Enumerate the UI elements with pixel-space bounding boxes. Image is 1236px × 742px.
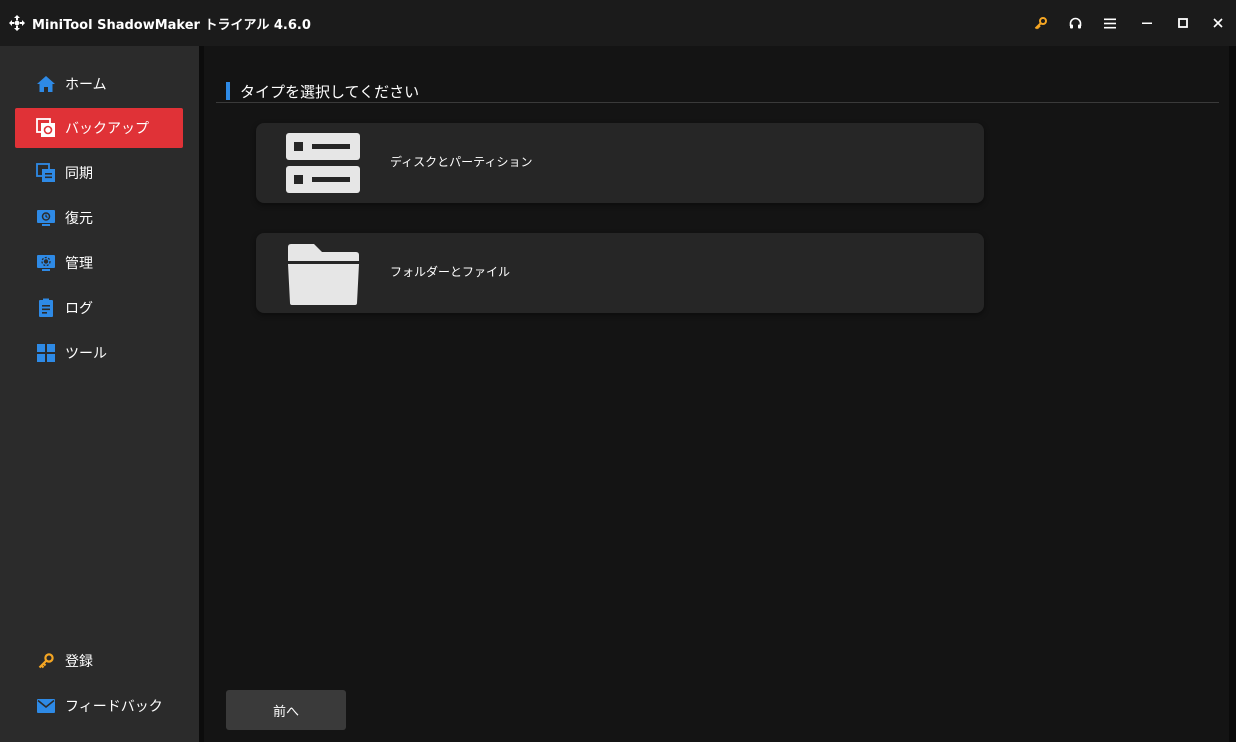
headset-icon — [1069, 17, 1081, 28]
right-edge-bar — [1229, 46, 1236, 742]
sidebar-item-label: ツール — [65, 346, 107, 362]
maximize-icon — [1178, 18, 1188, 28]
title-bar: MiniTool ShadowMaker トライアル 4.6.0 — [0, 0, 1236, 46]
sidebar-item-sync[interactable]: 同期 — [15, 153, 183, 193]
close-icon — [1213, 18, 1223, 28]
mail-icon — [36, 696, 56, 716]
license-key-button[interactable] — [1028, 12, 1052, 34]
sidebar-item-backup[interactable]: バックアップ — [15, 108, 183, 148]
key-icon — [36, 651, 56, 671]
key-icon — [1034, 16, 1047, 29]
option-folders-files[interactable]: フォルダーとファイル — [256, 233, 984, 313]
maximize-button[interactable] — [1171, 12, 1195, 34]
restore-icon — [36, 208, 56, 228]
sidebar-item-label: ホーム — [65, 77, 107, 93]
sidebar: ホーム バックアップ 同期 復元 管理 ログ ツール 登録 フィードバック — [0, 46, 199, 742]
sidebar-item-label: 登録 — [65, 654, 93, 670]
sidebar-item-label: フィードバック — [65, 699, 163, 715]
option-label: ディスクとパーティション — [390, 155, 533, 169]
sidebar-item-tools[interactable]: ツール — [15, 333, 183, 373]
folder-icon — [288, 244, 359, 305]
disk-icon — [286, 133, 360, 193]
back-button[interactable]: 前へ — [226, 690, 346, 730]
section-title: タイプを選択してください — [240, 83, 420, 101]
sidebar-item-feedback[interactable]: フィードバック — [15, 686, 183, 726]
tools-icon — [36, 343, 56, 363]
menu-icon — [1104, 18, 1116, 28]
close-button[interactable] — [1206, 12, 1230, 34]
option-label: フォルダーとファイル — [390, 265, 511, 279]
app-logo-icon — [9, 15, 25, 31]
sidebar-item-label: 復元 — [65, 211, 93, 227]
sidebar-item-home[interactable]: ホーム — [15, 64, 183, 104]
main-panel: タイプを選択してください ディスクとパーティション フォルダーとファイル 前へ — [204, 46, 1229, 742]
sidebar-item-register[interactable]: 登録 — [15, 641, 183, 681]
section-accent-bar — [226, 82, 230, 100]
section-divider — [216, 102, 1219, 103]
sidebar-item-restore[interactable]: 復元 — [15, 198, 183, 238]
log-icon — [36, 298, 56, 318]
option-disk-partition[interactable]: ディスクとパーティション — [256, 123, 984, 203]
sidebar-item-label: バックアップ — [65, 121, 149, 137]
sidebar-item-log[interactable]: ログ — [15, 288, 183, 328]
minimize-icon — [1142, 22, 1152, 24]
support-button[interactable] — [1063, 12, 1087, 34]
menu-button[interactable] — [1098, 12, 1122, 34]
sidebar-item-label: ログ — [65, 301, 93, 317]
sidebar-item-manage[interactable]: 管理 — [15, 243, 183, 283]
sidebar-item-label: 管理 — [65, 256, 93, 272]
sidebar-item-label: 同期 — [65, 166, 93, 182]
manage-icon — [36, 253, 56, 273]
minimize-button[interactable] — [1135, 12, 1159, 34]
app-title: MiniTool ShadowMaker トライアル 4.6.0 — [32, 18, 311, 33]
sync-icon — [36, 163, 56, 183]
backup-icon — [36, 118, 56, 138]
home-icon — [36, 74, 56, 94]
